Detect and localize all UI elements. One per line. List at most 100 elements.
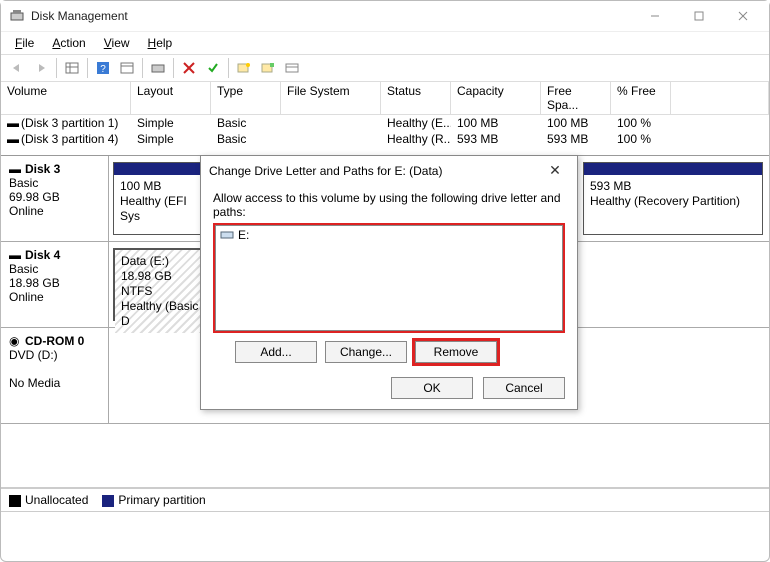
window-titlebar: Disk Management [1, 1, 769, 31]
legend-unallocated: Unallocated [25, 493, 88, 507]
partition-status: Healthy (EFI Sys [120, 194, 187, 223]
cell-pct: 100 % [611, 115, 671, 131]
partition-label: Data (E:) [121, 254, 169, 268]
dialog-instruction: Allow access to this volume by using the… [213, 191, 565, 219]
change-drive-letter-dialog: Change Drive Letter and Paths for E: (Da… [200, 155, 578, 410]
cell-fs [281, 131, 381, 147]
partition-selected[interactable]: Data (E:) 18.98 GB NTFS Healthy (Basic D [113, 248, 207, 321]
disk-label: Disk 3 [25, 162, 60, 176]
cell-fs [281, 115, 381, 131]
ok-button[interactable]: OK [391, 377, 473, 399]
partition[interactable]: 593 MB Healthy (Recovery Partition) [583, 162, 763, 235]
legend-primary: Primary partition [118, 493, 205, 507]
partition-size: 18.98 GB NTFS [121, 269, 172, 298]
col-status[interactable]: Status [381, 82, 451, 115]
partition-size: 593 MB [590, 179, 631, 193]
legend: Unallocated Primary partition [1, 488, 769, 511]
menu-help[interactable]: Help [140, 34, 181, 52]
drive-letter-label: E: [238, 228, 249, 242]
col-volume[interactable]: Volume [1, 82, 131, 115]
disk-type: Basic [9, 262, 38, 276]
disk-type: Basic [9, 176, 38, 190]
cell-layout: Simple [131, 131, 211, 147]
wizard2-icon[interactable] [256, 57, 280, 79]
volume-table-body: ▬(Disk 3 partition 1) Simple Basic Healt… [1, 115, 769, 147]
cell-capacity: 593 MB [451, 131, 541, 147]
cell-pct: 100 % [611, 131, 671, 147]
col-capacity[interactable]: Capacity [451, 82, 541, 115]
volume-table-header: Volume Layout Type File System Status Ca… [1, 82, 769, 115]
remove-button[interactable]: Remove [415, 341, 497, 363]
disk-label: Disk 4 [25, 248, 60, 262]
col-pct[interactable]: % Free [611, 82, 671, 115]
properties-icon[interactable] [280, 57, 304, 79]
partition[interactable]: 100 MB Healthy (EFI Sys [113, 162, 203, 235]
change-button[interactable]: Change... [325, 341, 407, 363]
cell-type: Basic [211, 131, 281, 147]
maximize-button[interactable] [677, 2, 721, 30]
cell-volume: (Disk 3 partition 4) [21, 132, 118, 146]
drive-icon [220, 229, 234, 241]
cell-layout: Simple [131, 115, 211, 131]
disk-info[interactable]: ▬Disk 4 Basic 18.98 GB Online [1, 242, 109, 327]
volume-icon: ▬ [7, 132, 19, 146]
cell-volume: (Disk 3 partition 1) [21, 116, 118, 130]
disk-size: 18.98 GB [9, 276, 60, 290]
menu-file[interactable]: File [7, 34, 42, 52]
menu-action[interactable]: Action [44, 34, 93, 52]
partition-status: Healthy (Basic D [121, 299, 198, 328]
svg-text:?: ? [100, 64, 106, 75]
cancel-button[interactable]: Cancel [483, 377, 565, 399]
col-free[interactable]: Free Spa... [541, 82, 611, 115]
delete-icon[interactable] [177, 57, 201, 79]
menubar: File Action View Help [1, 31, 769, 54]
disk-size: 69.98 GB [9, 190, 60, 204]
layout-icon[interactable] [60, 57, 84, 79]
disk-state: Online [9, 290, 44, 304]
swatch-primary [102, 495, 114, 507]
minimize-button[interactable] [633, 2, 677, 30]
table-row[interactable]: ▬(Disk 3 partition 4) Simple Basic Healt… [1, 131, 769, 147]
list-item[interactable]: E: [216, 226, 562, 244]
refresh-icon[interactable] [146, 57, 170, 79]
toolbar: ? [1, 54, 769, 82]
cell-status: Healthy (E... [381, 115, 451, 131]
volume-icon: ▬ [7, 116, 19, 130]
disk-state: Online [9, 204, 44, 218]
close-button[interactable] [721, 2, 765, 30]
cell-capacity: 100 MB [451, 115, 541, 131]
dialog-close-button[interactable]: ✕ [541, 162, 569, 179]
cell-free: 593 MB [541, 131, 611, 147]
disk-label: CD-ROM 0 [25, 334, 84, 348]
help-icon[interactable]: ? [91, 57, 115, 79]
dialog-title: Change Drive Letter and Paths for E: (Da… [209, 164, 541, 178]
window-title: Disk Management [31, 9, 633, 23]
disk-info[interactable]: ◉CD-ROM 0 DVD (D:) No Media [1, 328, 109, 423]
forward-button[interactable] [29, 57, 53, 79]
status-bar [1, 511, 769, 525]
col-type[interactable]: Type [211, 82, 281, 115]
swatch-unallocated [9, 495, 21, 507]
cell-type: Basic [211, 115, 281, 131]
disk-icon: ▬ [9, 248, 23, 262]
add-button[interactable]: Add... [235, 341, 317, 363]
disk-type: DVD (D:) [9, 348, 58, 362]
partition-bar [114, 163, 202, 175]
view-icon[interactable] [115, 57, 139, 79]
partition-size: 100 MB [120, 179, 161, 193]
disk-state: No Media [9, 376, 60, 390]
partition-bar [584, 163, 762, 175]
menu-view[interactable]: View [96, 34, 138, 52]
disk-info[interactable]: ▬Disk 3 Basic 69.98 GB Online [1, 156, 109, 241]
drive-letter-listbox[interactable]: E: [213, 223, 565, 333]
cell-free: 100 MB [541, 115, 611, 131]
table-row[interactable]: ▬(Disk 3 partition 1) Simple Basic Healt… [1, 115, 769, 131]
check-icon[interactable] [201, 57, 225, 79]
wizard-icon[interactable] [232, 57, 256, 79]
partition-status: Healthy (Recovery Partition) [590, 194, 740, 208]
back-button[interactable] [5, 57, 29, 79]
disk-icon: ▬ [9, 162, 23, 176]
cdrom-icon: ◉ [9, 334, 23, 348]
col-fs[interactable]: File System [281, 82, 381, 115]
col-layout[interactable]: Layout [131, 82, 211, 115]
